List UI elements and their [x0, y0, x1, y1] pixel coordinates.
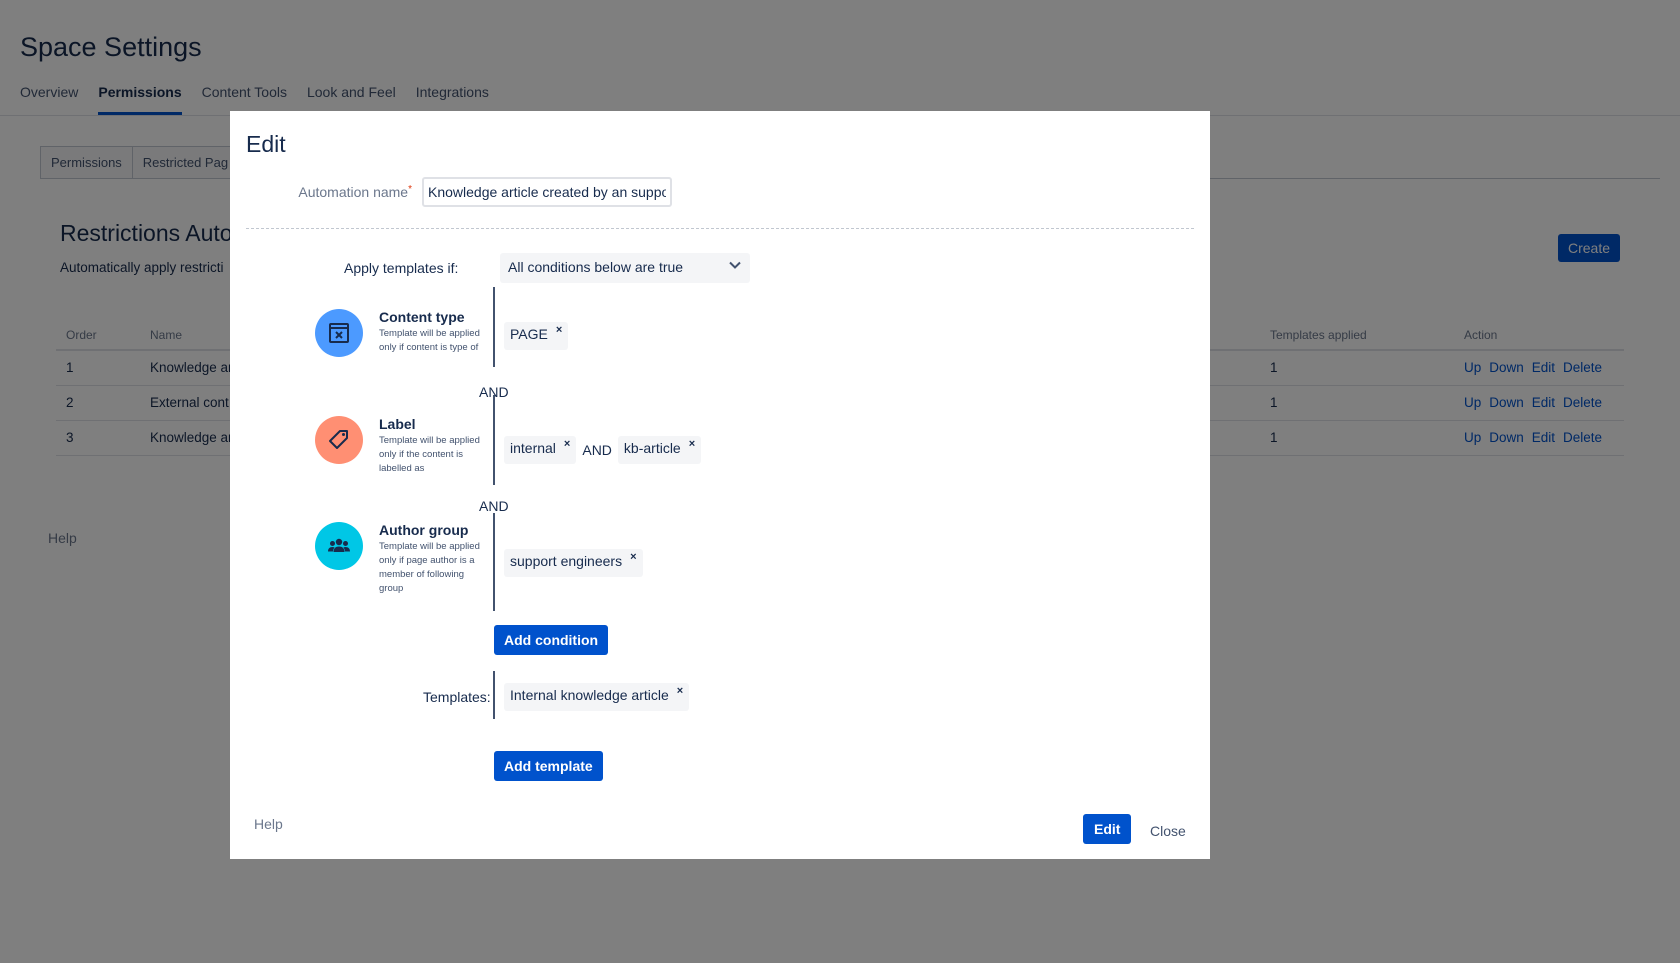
- dialog-title: Edit: [246, 131, 286, 157]
- condition-title: Author group: [379, 522, 469, 538]
- edit-automation-dialog: Edit Automation name* Apply templates if…: [230, 111, 1210, 859]
- dialog-help-link[interactable]: Help: [254, 816, 283, 832]
- author-group-chip: support engineers ×: [504, 549, 643, 577]
- label-values: internal × AND kb-article ×: [504, 436, 702, 464]
- remove-chip-icon[interactable]: ×: [677, 685, 683, 697]
- content-type-icon: [315, 309, 363, 357]
- template-chip: Internal knowledge article ×: [504, 683, 690, 711]
- condition-content-type: Content type Template will be applied on…: [315, 309, 489, 357]
- content-type-chip: PAGE ×: [504, 322, 569, 350]
- condition-description: Template will be applied only if page au…: [379, 541, 480, 594]
- automation-name-label: Automation name*: [298, 184, 412, 200]
- author-group-values: support engineers ×: [504, 549, 643, 577]
- add-template-button[interactable]: Add template: [494, 751, 603, 781]
- remove-chip-icon[interactable]: ×: [630, 551, 636, 563]
- condition-connector-line: [493, 513, 495, 611]
- condition-description: Template will be applied only if content…: [379, 328, 480, 353]
- apply-templates-label: Apply templates if:: [344, 260, 459, 276]
- condition-connector-line: [493, 395, 495, 485]
- add-condition-button[interactable]: Add condition: [494, 625, 609, 655]
- condition-title: Content type: [379, 309, 465, 325]
- and-separator: AND: [479, 384, 509, 400]
- automation-name-input[interactable]: [422, 177, 672, 207]
- automation-name-row: Automation name*: [296, 177, 672, 207]
- templates-connector-line: [493, 671, 495, 719]
- apply-condition-value: All conditions below are true: [508, 259, 684, 275]
- label-chip: internal ×: [504, 436, 577, 464]
- content-type-values: PAGE ×: [504, 322, 569, 350]
- and-separator: AND: [479, 498, 509, 514]
- edit-submit-button[interactable]: Edit: [1083, 814, 1132, 844]
- and-inline: AND: [582, 442, 612, 458]
- templates-values: Internal knowledge article ×: [504, 683, 690, 711]
- condition-title: Label: [379, 416, 416, 432]
- condition-label: Label Template will be applied only if t…: [315, 416, 489, 476]
- remove-chip-icon[interactable]: ×: [556, 324, 562, 336]
- label-chip: kb-article ×: [617, 436, 702, 464]
- dashed-divider: [246, 228, 1194, 229]
- chevron-down-icon: [728, 258, 742, 275]
- condition-description: Template will be applied only if the con…: [379, 435, 480, 474]
- condition-author-group: Author group Template will be applied on…: [315, 522, 489, 596]
- required-marker: *: [408, 184, 412, 195]
- people-group-icon: [315, 522, 363, 570]
- close-button[interactable]: Close: [1150, 823, 1186, 839]
- tag-icon: [315, 416, 363, 464]
- condition-connector-line: [493, 287, 495, 367]
- remove-chip-icon[interactable]: ×: [564, 438, 570, 450]
- remove-chip-icon[interactable]: ×: [689, 438, 695, 450]
- templates-label: Templates:: [423, 689, 491, 705]
- apply-condition-select[interactable]: All conditions below are true: [500, 253, 750, 283]
